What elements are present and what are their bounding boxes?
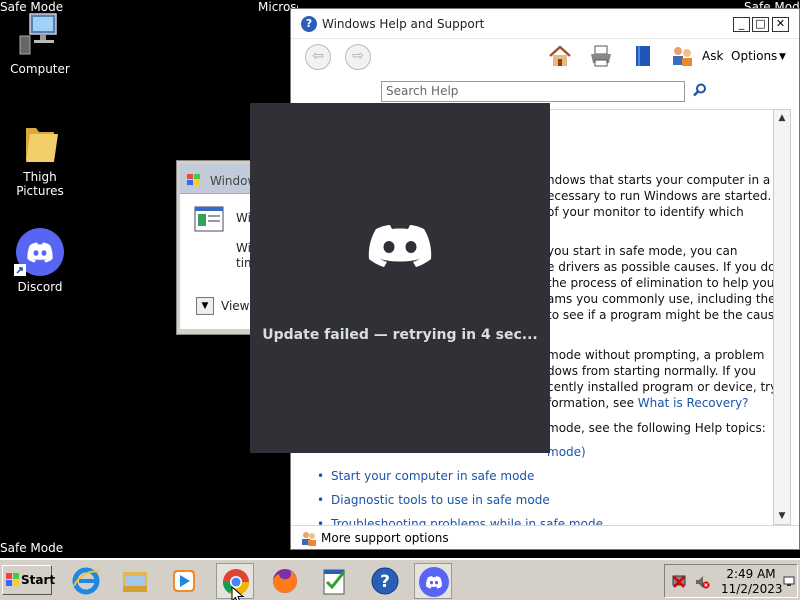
close-button[interactable]: ✕	[772, 17, 789, 32]
system-tray: 2:49 AM 11/2/2023	[664, 564, 798, 598]
bullet-link-start-safe-mode[interactable]: Start your computer in safe mode	[317, 468, 534, 484]
dialog-text-line2: Wi	[236, 241, 251, 255]
what-is-recovery-link[interactable]: What is Recovery?	[638, 396, 749, 410]
window-info-icon	[194, 206, 224, 232]
desktop-icon-computer[interactable]: Computer	[0, 10, 80, 76]
minimize-button[interactable]: _	[733, 17, 750, 32]
maximize-button[interactable]: □	[752, 17, 769, 32]
taskbar: Start ? 2:49 AM 11/2/2023	[0, 558, 800, 600]
desktop-icon-thigh-pictures[interactable]: Thigh Pictures	[0, 118, 80, 198]
internet-explorer-icon	[72, 567, 100, 595]
folder-icon	[16, 118, 64, 166]
desktop-icon-discord[interactable]: Discord	[0, 228, 80, 294]
forward-button[interactable]: ⇨	[345, 44, 371, 70]
clock-time: 2:49 AM	[726, 567, 776, 581]
computer-icon	[16, 10, 64, 58]
taskbar-file-explorer[interactable]	[116, 563, 154, 599]
topics-intro: mode, see the following Help topics:	[547, 421, 766, 435]
taskbar-security-essentials[interactable]	[315, 563, 353, 599]
partial-topic-link[interactable]: mode)	[547, 444, 586, 460]
discord-taskbar-icon	[419, 567, 449, 597]
search-icon[interactable]	[693, 83, 707, 97]
svg-text:?: ?	[380, 572, 390, 592]
help-toolbar: ⇦ ⇨ Ask Options ▼	[291, 40, 799, 76]
taskbar-media-player[interactable]	[165, 563, 203, 599]
taskbar-internet-explorer[interactable]	[67, 563, 105, 599]
background-dialog: Windows Wi Wi tim ▼ View	[176, 160, 264, 335]
view-details-button[interactable]: View	[221, 299, 249, 313]
update-status-message: Update failed — retrying in 4 sec...	[262, 327, 538, 343]
help-window-title: Windows Help and Support	[322, 17, 485, 31]
discord-icon	[14, 228, 64, 276]
options-dropdown-icon[interactable]: ▼	[779, 52, 786, 62]
background-dialog-titlebar[interactable]: Windows	[180, 164, 264, 194]
help-circle-icon: ?	[371, 567, 399, 595]
background-dialog-body: Wi Wi tim ▼ View	[180, 194, 260, 329]
start-label: Start	[21, 573, 56, 587]
help-scrollbar[interactable]: ▲ ▼	[773, 109, 791, 525]
clock-date: 11/2/2023	[721, 582, 783, 596]
discord-updater: Update failed — retrying in 4 sec...	[250, 103, 550, 453]
desktop-icon-label: Thigh Pictures	[16, 170, 64, 198]
discord-logo-icon	[368, 225, 432, 267]
back-button[interactable]: ⇦	[305, 44, 331, 70]
media-player-icon	[173, 570, 195, 592]
taskbar-help-and-support[interactable]: ?	[366, 563, 404, 599]
ask-button[interactable]: Ask	[702, 49, 723, 63]
search-input[interactable]: Search Help	[381, 81, 685, 102]
file-explorer-icon	[123, 572, 147, 592]
mouse-cursor-icon	[231, 586, 245, 600]
bullet-link-troubleshooting[interactable]: Troubleshooting problems while in safe m…	[317, 516, 603, 525]
show-desktop-icon[interactable]	[783, 575, 795, 587]
safe-mode-label-bottom-left: Safe Mode	[0, 541, 64, 555]
volume-muted-icon[interactable]	[694, 574, 710, 590]
network-disconnected-icon[interactable]	[671, 574, 687, 590]
support-people-icon	[302, 532, 316, 546]
windows-flag-icon	[6, 573, 19, 586]
taskbar-chrome[interactable]	[216, 563, 254, 600]
more-support-options-button[interactable]: More support options	[321, 531, 449, 545]
options-button[interactable]: Options	[731, 49, 777, 63]
help-titlebar[interactable]: ? Windows Help and Support _ □ ✕	[291, 9, 799, 39]
start-button[interactable]: Start	[2, 565, 56, 595]
firefox-icon	[273, 569, 297, 593]
help-footer: More support options	[291, 525, 799, 549]
bullet-link-diagnostic-tools[interactable]: Diagnostic tools to use in safe mode	[317, 492, 550, 508]
browse-help-icon[interactable]	[630, 43, 656, 69]
taskbar-firefox[interactable]	[266, 563, 304, 599]
help-icon: ?	[301, 16, 317, 32]
security-checklist-icon	[323, 569, 346, 595]
help-paragraph-3: mode without prompting, a problem dows f…	[547, 348, 773, 410]
scroll-down-icon[interactable]: ▼	[774, 508, 790, 524]
ask-icon[interactable]	[669, 43, 695, 69]
print-icon[interactable]	[588, 43, 614, 69]
taskbar-clock[interactable]: 2:49 AM 11/2/2023	[721, 567, 783, 597]
desktop-icon-label: Discord	[17, 280, 63, 294]
help-paragraph-2: you start in safe mode, you can e driver…	[547, 244, 773, 322]
taskbar-discord[interactable]	[414, 563, 452, 599]
shortcut-arrow-icon	[14, 264, 26, 276]
help-paragraph-1: ndows that starts your computer in a ece…	[547, 173, 772, 219]
desktop-icon-label: Computer	[10, 62, 70, 76]
view-details-chevron-icon[interactable]: ▼	[196, 297, 214, 315]
dialog-text-line1: Wi	[236, 211, 251, 225]
home-icon[interactable]	[547, 43, 573, 69]
scroll-up-icon[interactable]: ▲	[774, 110, 790, 126]
windows-logo-icon	[187, 174, 200, 185]
